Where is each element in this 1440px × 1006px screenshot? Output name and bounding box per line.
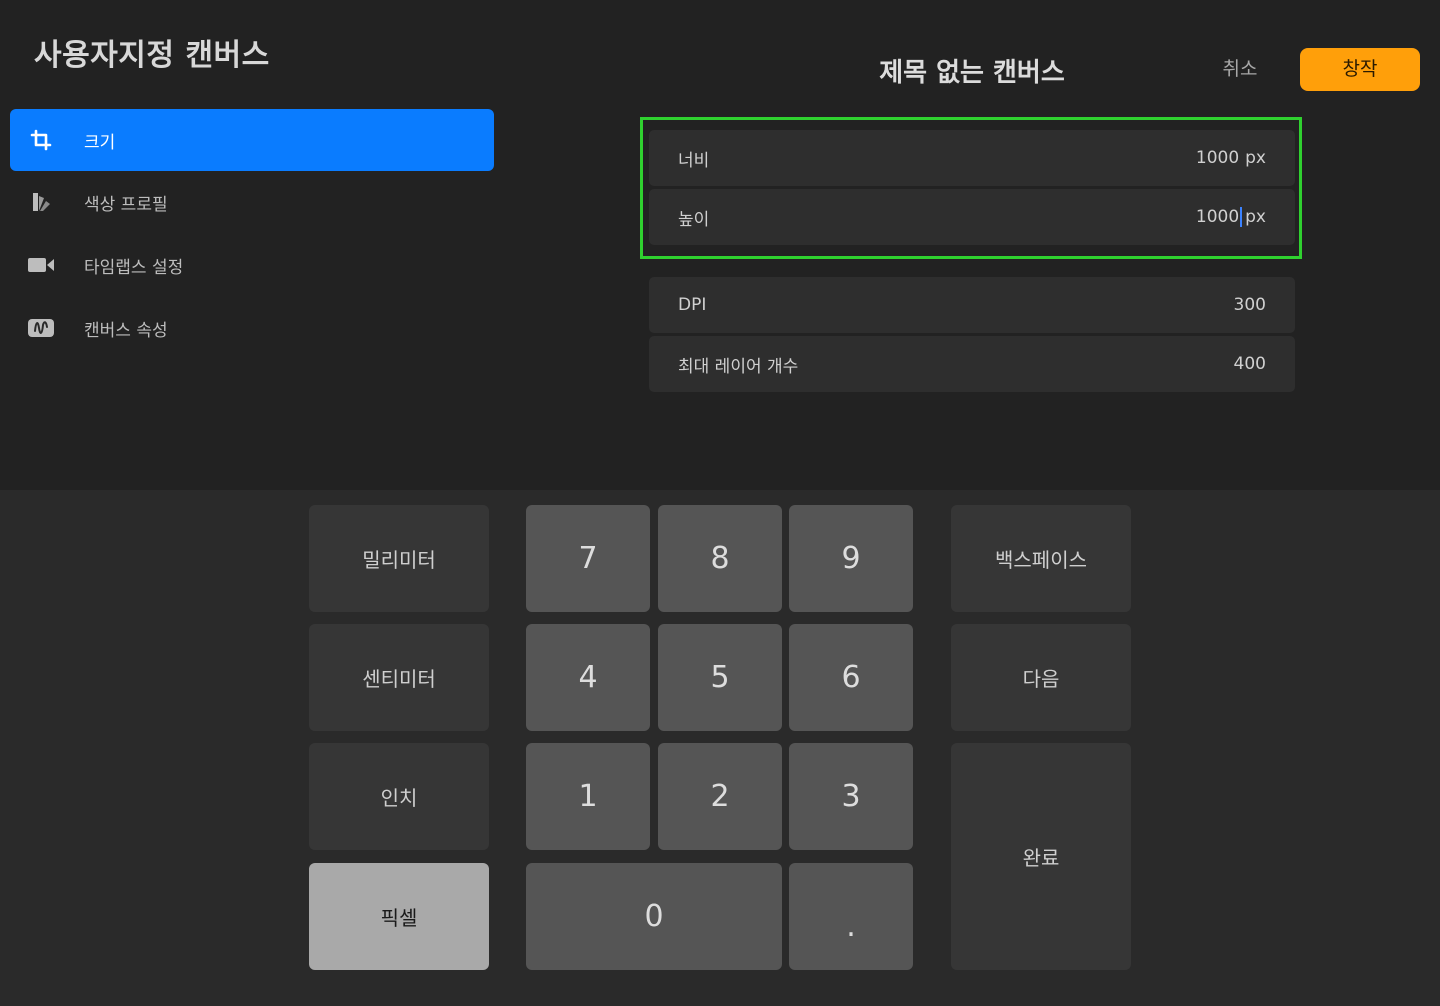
cancel-button[interactable]: 취소	[1205, 52, 1275, 86]
digit-key-3[interactable]: 3	[789, 743, 913, 850]
sidebar-item-label: 크기	[84, 132, 116, 153]
unit-key-millimeter[interactable]: 밀리미터	[309, 505, 489, 612]
digit-key-4[interactable]: 4	[526, 624, 650, 731]
height-value: 1000	[1195, 207, 1240, 227]
custom-canvas-screen: 사용자지정 캔버스 크기 색상 프로필 타임랩스 설정 캔버스 속성 제목 없는…	[0, 0, 1440, 1006]
sidebar-item-label: 색상 프로필	[84, 194, 168, 215]
sidebar-item-color-profile[interactable]: 색상 프로필	[10, 171, 494, 233]
digit-key-7[interactable]: 7	[526, 505, 650, 612]
height-field[interactable]: 높이 1000 px	[649, 189, 1295, 245]
next-key[interactable]: 다음	[951, 624, 1131, 731]
height-unit: px	[1245, 207, 1266, 227]
width-label: 너비	[678, 150, 710, 171]
text-caret	[1240, 207, 1243, 227]
width-field[interactable]: 너비 1000 px	[649, 130, 1295, 186]
unit-key-pixel[interactable]: 픽셀	[309, 863, 489, 970]
canvas-properties-icon	[26, 313, 56, 343]
unit-key-inch[interactable]: 인치	[309, 743, 489, 850]
dpi-value: 300	[1233, 295, 1266, 315]
color-profile-icon	[26, 187, 56, 217]
done-key[interactable]: 완료	[951, 743, 1131, 970]
numeric-keypad: 밀리미터 센티미터 인치 픽셀 7 8 9 4 5 6 1 2 3 0 . 백스…	[0, 490, 1440, 1006]
sidebar-item-canvas-properties[interactable]: 캔버스 속성	[10, 297, 494, 359]
sidebar-item-label: 캔버스 속성	[84, 320, 168, 341]
sidebar-item-size[interactable]: 크기	[10, 109, 494, 171]
unit-key-centimeter[interactable]: 센티미터	[309, 624, 489, 731]
digit-key-0[interactable]: 0	[526, 863, 782, 970]
sidebar-item-label: 타임랩스 설정	[84, 257, 184, 278]
height-value-group: 1000 px	[1196, 207, 1266, 227]
digit-key-5[interactable]: 5	[658, 624, 782, 731]
video-camera-icon	[26, 250, 56, 280]
digit-key-9[interactable]: 9	[789, 505, 913, 612]
max-layers-value: 400	[1233, 354, 1266, 374]
width-unit: px	[1245, 148, 1266, 168]
digit-key-2[interactable]: 2	[658, 743, 782, 850]
max-layers-field[interactable]: 최대 레이어 개수 400	[649, 336, 1295, 392]
backspace-key[interactable]: 백스페이스	[951, 505, 1131, 612]
max-layers-label: 최대 레이어 개수	[678, 356, 799, 377]
settings-panel: 사용자지정 캔버스 크기 색상 프로필 타임랩스 설정 캔버스 속성 제목 없는…	[0, 0, 1440, 490]
create-button[interactable]: 창작	[1300, 48, 1420, 91]
width-value-group: 1000 px	[1196, 148, 1266, 168]
sidebar-item-timelapse[interactable]: 타임랩스 설정	[10, 234, 494, 296]
digit-key-6[interactable]: 6	[789, 624, 913, 731]
width-value: 1000	[1195, 148, 1240, 168]
digit-key-1[interactable]: 1	[526, 743, 650, 850]
dpi-label: DPI	[678, 295, 707, 315]
decimal-point-key[interactable]: .	[789, 863, 913, 970]
dpi-field[interactable]: DPI 300	[649, 277, 1295, 333]
height-label: 높이	[678, 209, 710, 230]
digit-key-8[interactable]: 8	[658, 505, 782, 612]
sidebar-title: 사용자지정 캔버스	[34, 38, 270, 73]
crop-icon	[26, 125, 56, 155]
